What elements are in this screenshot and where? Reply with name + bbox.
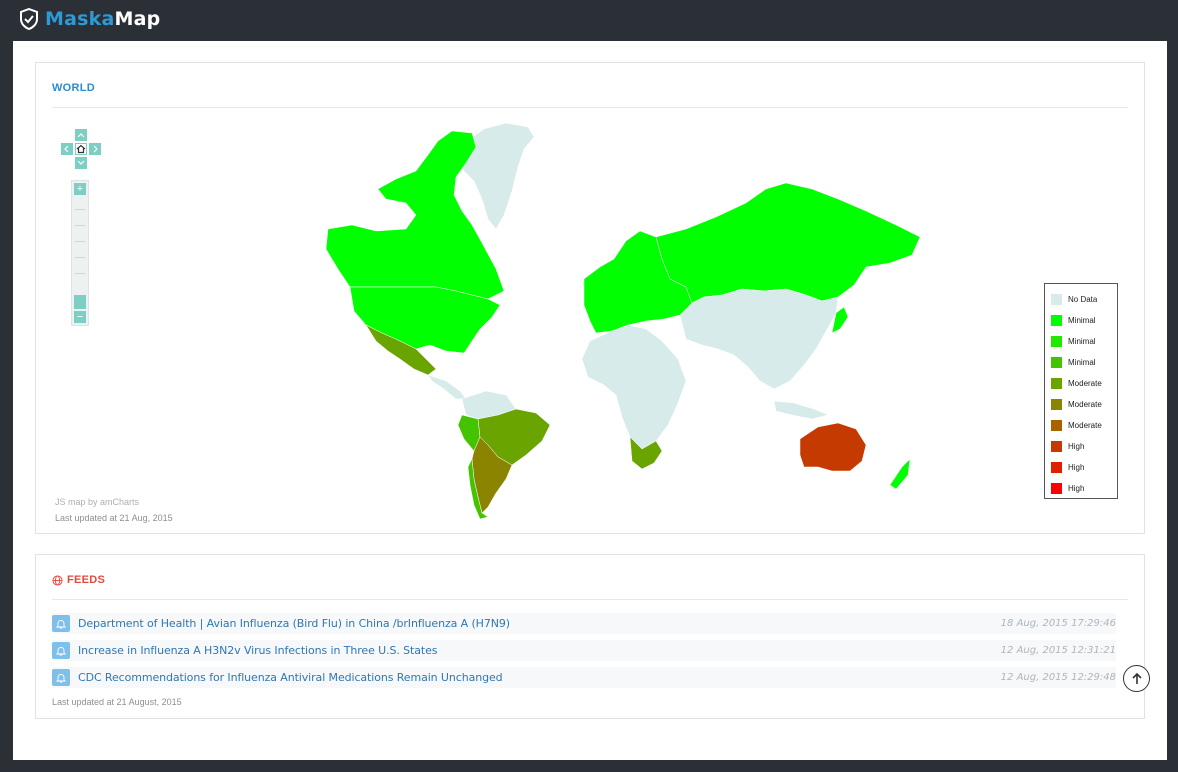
region-southeast-asia bbox=[773, 400, 829, 420]
legend-swatch bbox=[1051, 294, 1062, 305]
legend-item: High bbox=[1051, 436, 1111, 457]
legend-label: Minimal bbox=[1068, 358, 1096, 367]
bell-icon bbox=[52, 615, 70, 632]
legend-item: High bbox=[1051, 457, 1111, 478]
bell-icon bbox=[52, 642, 70, 659]
feed-date: 12 Aug, 2015 12:29:48 bbox=[1000, 672, 1116, 683]
divider bbox=[52, 107, 1128, 108]
legend-label: Moderate bbox=[1068, 379, 1102, 388]
world-map[interactable] bbox=[266, 119, 946, 519]
legend-label: Moderate bbox=[1068, 421, 1102, 430]
world-title: WORLD bbox=[52, 82, 96, 94]
legend-item: Moderate bbox=[1051, 415, 1111, 436]
legend-swatch bbox=[1051, 483, 1062, 494]
zoom-thumb[interactable] bbox=[74, 295, 86, 309]
map-pan-control bbox=[61, 129, 101, 169]
feed-item[interactable]: Department of Health | Avian Influenza (… bbox=[52, 613, 1116, 634]
region-asia bbox=[679, 288, 839, 390]
legend-swatch bbox=[1051, 336, 1062, 347]
legend-item: Minimal bbox=[1051, 331, 1111, 352]
feeds-panel: FEEDS Department of Health | Avian Influ… bbox=[35, 554, 1145, 719]
feeds-title: FEEDS bbox=[67, 574, 106, 586]
chevron-down-icon[interactable] bbox=[75, 157, 87, 169]
legend-item: Minimal bbox=[1051, 310, 1111, 331]
country-australia bbox=[799, 422, 867, 472]
zoom-tick bbox=[75, 241, 85, 242]
legend-swatch bbox=[1051, 357, 1062, 368]
zoom-tick bbox=[75, 273, 85, 274]
legend-item: Moderate bbox=[1051, 373, 1111, 394]
zoom-in-button[interactable]: + bbox=[74, 183, 86, 195]
legend-swatch bbox=[1051, 399, 1062, 410]
feeds-header: FEEDS bbox=[52, 574, 105, 586]
legend-swatch bbox=[1051, 315, 1062, 326]
arrow-up-circle-icon[interactable] bbox=[1123, 665, 1150, 692]
legend-swatch bbox=[1051, 462, 1062, 473]
zoom-tick bbox=[75, 225, 85, 226]
legend-item: No Data bbox=[1051, 289, 1111, 310]
feed-link[interactable]: Department of Health | Avian Influenza (… bbox=[78, 617, 510, 630]
feed-item[interactable]: Increase in Influenza A H3N2v Virus Infe… bbox=[52, 640, 1116, 661]
feed-date: 18 Aug, 2015 17:29:46 bbox=[1000, 618, 1116, 629]
chevron-up-icon[interactable] bbox=[75, 129, 87, 141]
feed-date: 12 Aug, 2015 12:31:21 bbox=[1000, 645, 1116, 656]
top-bar: MaskaMap bbox=[0, 0, 1178, 41]
chevron-left-icon[interactable] bbox=[61, 143, 73, 155]
home-icon[interactable] bbox=[75, 143, 87, 155]
zoom-tick bbox=[75, 209, 85, 210]
feeds-last-updated: Last updated at 21 August, 2015 bbox=[52, 697, 182, 707]
legend-label: High bbox=[1068, 463, 1085, 472]
region-africa bbox=[581, 324, 687, 450]
legend-label: High bbox=[1068, 442, 1085, 451]
country-new-zealand bbox=[889, 458, 911, 490]
legend-label: High bbox=[1068, 484, 1085, 493]
zoom-tick bbox=[75, 257, 85, 258]
feed-link[interactable]: CDC Recommendations for Influenza Antivi… bbox=[78, 671, 503, 684]
feed-list: Department of Health | Avian Influenza (… bbox=[52, 613, 1116, 694]
divider bbox=[52, 599, 1128, 600]
map-legend: No Data Minimal Minimal Minimal Moderate Mode… bbox=[1044, 283, 1118, 499]
feed-link[interactable]: Increase in Influenza A H3N2v Virus Infe… bbox=[78, 644, 438, 657]
legend-label: Minimal bbox=[1068, 337, 1096, 346]
map-credit[interactable]: JS map by amCharts bbox=[55, 497, 139, 507]
brand-logo[interactable]: MaskaMap bbox=[19, 8, 160, 30]
legend-label: Minimal bbox=[1068, 316, 1096, 325]
feed-item[interactable]: CDC Recommendations for Influenza Antivi… bbox=[52, 667, 1116, 688]
legend-item: Moderate bbox=[1051, 394, 1111, 415]
shield-check-icon bbox=[20, 8, 38, 30]
world-panel: WORLD + − No Data Minimal Minimal Minima… bbox=[35, 62, 1145, 534]
world-last-updated: Last updated at 21 Aug, 2015 bbox=[55, 513, 173, 523]
legend-swatch bbox=[1051, 420, 1062, 431]
zoom-slider[interactable]: + − bbox=[71, 180, 89, 326]
legend-label: Moderate bbox=[1068, 400, 1102, 409]
legend-swatch bbox=[1051, 441, 1062, 452]
zoom-out-button[interactable]: − bbox=[74, 311, 86, 323]
country-russia bbox=[655, 182, 921, 304]
country-usa bbox=[349, 286, 501, 354]
region-central-america bbox=[427, 374, 467, 400]
bell-icon bbox=[52, 669, 70, 686]
legend-item: High bbox=[1051, 478, 1111, 499]
legend-item: Minimal bbox=[1051, 352, 1111, 373]
legend-label: No Data bbox=[1068, 295, 1098, 304]
chevron-right-icon[interactable] bbox=[89, 143, 101, 155]
main-content: WORLD + − No Data Minimal Minimal Minima… bbox=[13, 41, 1167, 760]
globe-icon bbox=[52, 574, 63, 586]
legend-swatch bbox=[1051, 378, 1062, 389]
brand-name: MaskaMap bbox=[45, 8, 161, 30]
